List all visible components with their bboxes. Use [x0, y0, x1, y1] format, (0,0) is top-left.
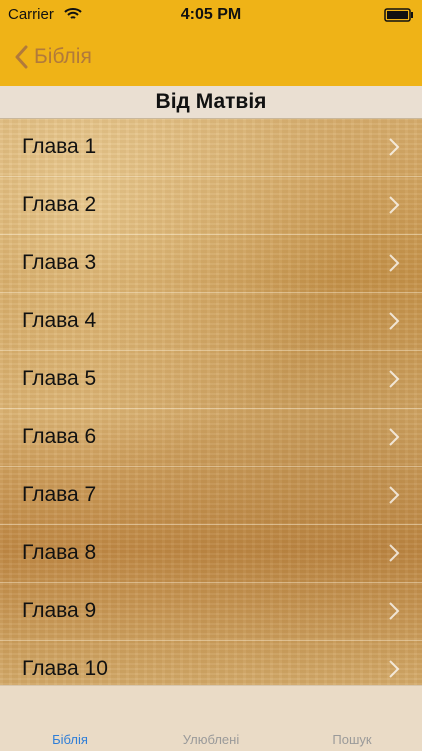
- chapter-label: Глава 6: [22, 425, 97, 448]
- chapter-label: Глава 7: [22, 483, 97, 506]
- back-button-label: Біблія: [34, 45, 92, 68]
- tab-bar: Біблія Улюблені Пошук: [0, 685, 422, 751]
- chapter-row-3[interactable]: Глава 3: [0, 235, 422, 293]
- navigation-bar: Біблія: [0, 30, 422, 86]
- chapter-label: Глава 5: [22, 367, 97, 390]
- chapter-row-4[interactable]: Глава 4: [0, 293, 422, 351]
- chevron-right-icon: [389, 486, 400, 504]
- book-title-header: Від Матвія: [0, 86, 422, 119]
- chapter-row-5[interactable]: Глава 5: [0, 351, 422, 409]
- chapter-label: Глава 2: [22, 193, 97, 216]
- chevron-right-icon: [389, 660, 400, 678]
- chevron-right-icon: [389, 138, 400, 156]
- chapter-row-8[interactable]: Глава 8: [0, 525, 422, 583]
- chapter-row-9[interactable]: Глава 9: [0, 583, 422, 641]
- battery-icon: [384, 8, 413, 22]
- chapter-row-6[interactable]: Глава 6: [0, 409, 422, 467]
- tab-bible[interactable]: Біблія: [0, 732, 140, 747]
- chevron-right-icon: [389, 370, 400, 388]
- back-button[interactable]: Біблія: [14, 40, 92, 74]
- chevron-right-icon: [389, 196, 400, 214]
- chapter-label: Глава 9: [22, 599, 97, 622]
- chevron-left-icon: [15, 45, 28, 69]
- chapter-label: Глава 3: [22, 251, 97, 274]
- chevron-right-icon: [389, 602, 400, 620]
- tab-search[interactable]: Пошук: [282, 732, 422, 747]
- chapter-label: Глава 4: [22, 309, 97, 332]
- chapter-list: Глава 1 Глава 2 Глава 3 Глава 4 Глава 5 …: [0, 119, 422, 685]
- chapter-label: Глава 1: [22, 135, 97, 158]
- chevron-right-icon: [389, 544, 400, 562]
- chapter-label: Глава 8: [22, 541, 97, 564]
- status-time: 4:05 PM: [180, 6, 242, 23]
- status-bar: Carrier 4:05 PM: [0, 0, 422, 30]
- chevron-right-icon: [389, 312, 400, 330]
- chapter-row-10[interactable]: Глава 10: [0, 641, 422, 685]
- chapter-row-7[interactable]: Глава 7: [0, 467, 422, 525]
- chevron-right-icon: [389, 428, 400, 446]
- chapter-label: Глава 10: [22, 657, 108, 680]
- chapter-row-2[interactable]: Глава 2: [0, 177, 422, 235]
- chevron-right-icon: [389, 254, 400, 272]
- chapter-row-1[interactable]: Глава 1: [0, 119, 422, 177]
- tab-favorites[interactable]: Улюблені: [141, 732, 281, 747]
